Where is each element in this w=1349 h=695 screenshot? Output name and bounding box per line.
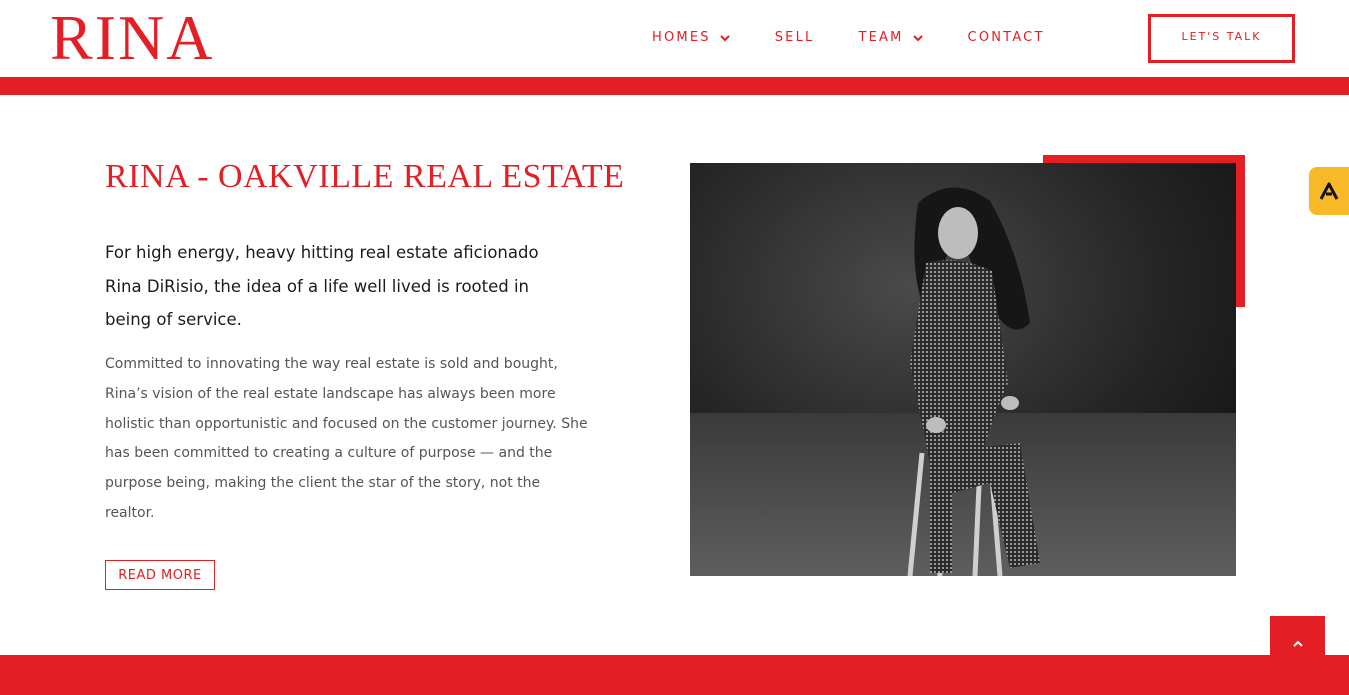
chevron-down-icon [719,34,730,41]
nav-item-sell[interactable]: SELL [775,30,815,45]
nav-item-label: SELL [774,30,815,45]
brand-a-icon [1319,182,1339,200]
nav-item-team[interactable]: TEAM [858,30,923,45]
nav-item-label: HOMES [652,30,711,45]
scroll-to-top-button[interactable] [1270,616,1325,671]
chevron-up-icon [1292,640,1303,647]
chevron-down-icon [912,34,923,41]
agent-portrait-photo [690,163,1236,576]
nav-item-label: CONTACT [967,30,1045,45]
header-accent-bar [0,77,1349,95]
lead-paragraph: For high energy, heavy hitting real esta… [105,243,539,329]
page-title: RINA - OAKVILLE REAL ESTATE [105,158,625,195]
nav-item-contact[interactable]: CONTACT [968,30,1045,45]
nav-item-label: TEAM [858,30,904,45]
site-header: RINA HOMES SELL TEAM CONTACT LET'S TALK [0,0,1349,77]
lets-talk-button[interactable]: LET'S TALK [1148,14,1295,63]
side-widget-tab[interactable] [1309,167,1349,215]
logo[interactable]: RINA [50,2,214,74]
footer-accent-bar [0,655,1349,695]
nav-item-homes[interactable]: HOMES [652,30,731,45]
main-nav: HOMES SELL TEAM CONTACT [652,30,1045,45]
read-more-button[interactable]: READ MORE [105,560,215,590]
body-paragraph: Committed to innovating the way real est… [105,356,588,521]
